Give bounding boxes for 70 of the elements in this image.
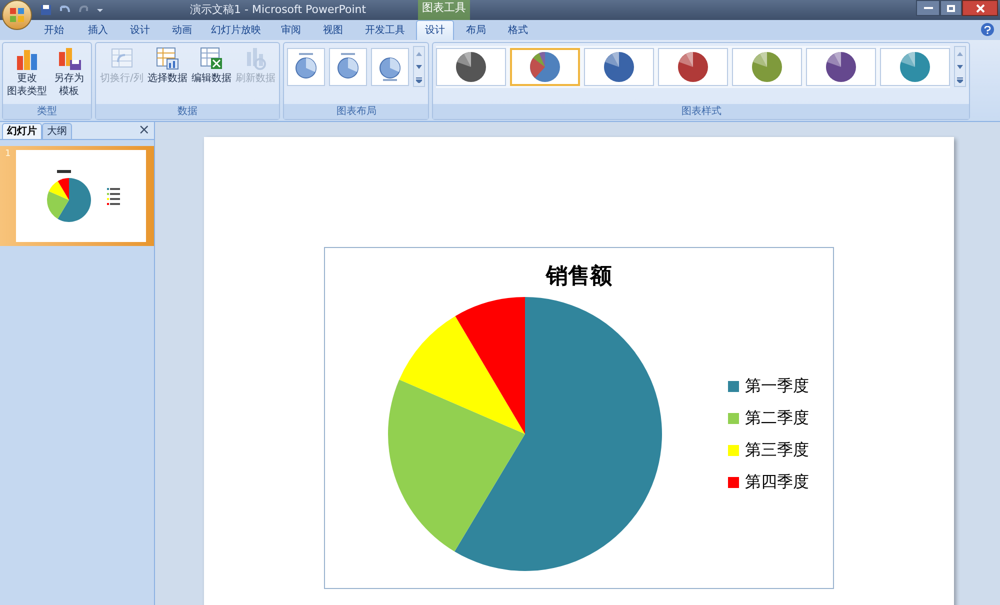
ribbon-button[interactable]: 编辑数据 bbox=[190, 46, 232, 85]
close-icon bbox=[976, 4, 984, 12]
legend-drawing bbox=[106, 188, 120, 204]
legend-label: 第二季度 bbox=[745, 407, 809, 429]
scroll-down-icon bbox=[416, 64, 422, 68]
legend-label: 第四季度 bbox=[745, 471, 809, 493]
help-icon[interactable] bbox=[981, 23, 994, 36]
pie-chart-icon bbox=[824, 50, 858, 84]
legend-label: 第三季度 bbox=[745, 439, 809, 461]
ribbon-tab[interactable]: 插入 bbox=[78, 20, 118, 40]
switch-icon bbox=[110, 46, 134, 70]
gallery-scrollbar[interactable] bbox=[413, 46, 426, 87]
office-logo-icon bbox=[9, 7, 25, 23]
ribbon-button[interactable]: 更改 图表类型 bbox=[6, 46, 48, 98]
chart-style-thumbnail[interactable] bbox=[510, 48, 580, 86]
group-label: 数据 bbox=[96, 104, 280, 119]
ribbon-tab[interactable]: 设计 bbox=[416, 20, 454, 40]
close-panel-button[interactable]: × bbox=[138, 122, 150, 138]
gallery-scrollbar[interactable] bbox=[954, 46, 966, 87]
ribbon-tab[interactable]: 动画 bbox=[162, 20, 202, 40]
close-button[interactable] bbox=[962, 0, 998, 16]
save-icon[interactable] bbox=[40, 4, 52, 16]
save-icon bbox=[57, 46, 81, 70]
ribbon-tab[interactable]: 开始 bbox=[30, 20, 78, 40]
pie-chart-icon bbox=[528, 50, 562, 84]
ribbon-tab[interactable]: 审阅 bbox=[270, 20, 312, 40]
minimize-button[interactable] bbox=[916, 0, 940, 16]
ribbon-tab[interactable]: 开发工具 bbox=[354, 20, 416, 40]
ribbon-tab[interactable]: 布局 bbox=[454, 20, 498, 40]
group-label: 图表布局 bbox=[284, 104, 428, 119]
ribbon-tab[interactable]: 视图 bbox=[312, 20, 354, 40]
chart-layout-thumbnail[interactable] bbox=[287, 48, 326, 86]
chart-style-thumbnail[interactable] bbox=[658, 48, 728, 86]
panel-tab[interactable]: 大纲 bbox=[42, 123, 72, 139]
pie-chart-icon bbox=[898, 50, 932, 84]
more-icon bbox=[957, 76, 964, 82]
chart-style-thumbnail[interactable] bbox=[584, 48, 654, 86]
panel-tab[interactable]: 幻灯片 bbox=[2, 123, 42, 139]
pie-chart-icon bbox=[676, 50, 710, 84]
chart-style-thumbnail[interactable] bbox=[806, 48, 876, 86]
scroll-down-icon bbox=[957, 64, 964, 68]
slide-number: 1 bbox=[4, 148, 12, 161]
group-label: 类型 bbox=[3, 104, 91, 119]
ribbon-tab[interactable]: 幻灯片放映 bbox=[202, 20, 270, 40]
scroll-up-icon bbox=[957, 52, 964, 56]
context-tab-label: 图表工具 bbox=[418, 0, 470, 20]
excel-icon bbox=[199, 46, 224, 70]
ribbon-tab[interactable]: 格式 bbox=[498, 20, 538, 40]
restore-button[interactable] bbox=[940, 0, 962, 16]
ribbon-tab[interactable]: 设计 bbox=[118, 20, 162, 40]
group-label: 图表样式 bbox=[433, 104, 970, 119]
chart-style-thumbnail[interactable] bbox=[732, 48, 802, 86]
scroll-up-icon bbox=[416, 52, 422, 56]
chart-title: 销售额 bbox=[546, 262, 612, 291]
office-button[interactable] bbox=[2, 0, 32, 30]
chart-style-thumbnail[interactable] bbox=[880, 48, 950, 86]
ribbon-button[interactable]: 选择数据 bbox=[146, 46, 188, 85]
more-icon bbox=[416, 76, 422, 82]
table-icon bbox=[155, 46, 180, 70]
chart-layout-thumbnail[interactable] bbox=[329, 48, 368, 86]
chart-style-thumbnail[interactable] bbox=[436, 48, 506, 86]
chart-layout-thumbnail[interactable] bbox=[371, 48, 410, 86]
window-title: 演示文稿1 - Microsoft PowerPoint bbox=[190, 2, 366, 18]
chart-frame[interactable]: 销售额 第一季度 第二季度 第三季度 第四季度 bbox=[324, 247, 834, 589]
pie-chart-icon bbox=[602, 50, 636, 84]
ribbon-button[interactable]: 另存为 模板 bbox=[50, 46, 88, 98]
pie-chart-icon bbox=[750, 50, 784, 84]
legend-label: 第一季度 bbox=[745, 375, 809, 397]
dropdown-icon[interactable] bbox=[96, 6, 104, 14]
pie-chart-icon bbox=[454, 50, 488, 84]
